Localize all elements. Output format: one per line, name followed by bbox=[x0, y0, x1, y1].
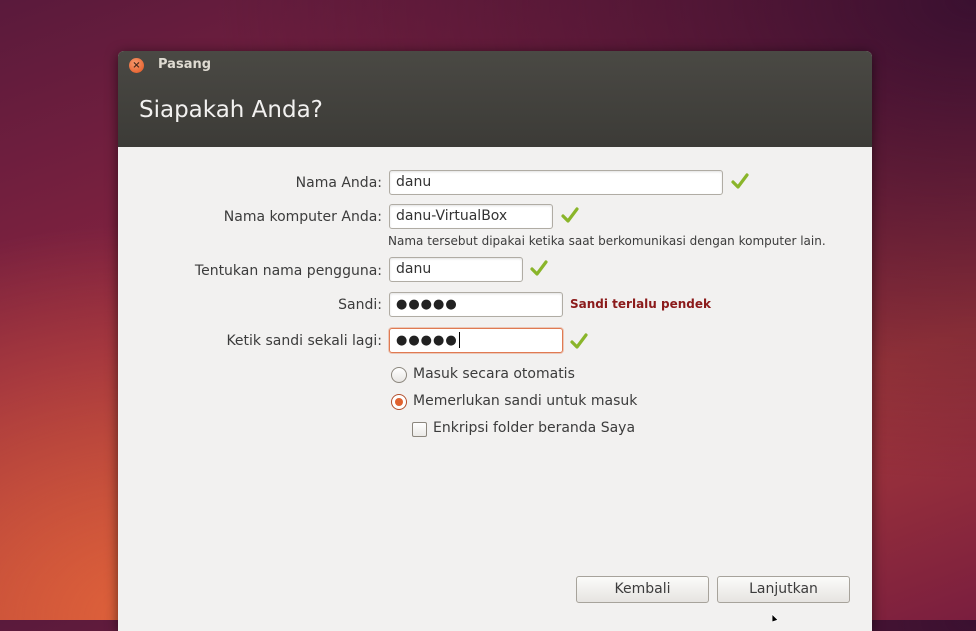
password-label: Sandi: bbox=[338, 297, 382, 313]
confirm-password-input[interactable]: ●●●●● bbox=[389, 328, 563, 353]
computer-label: Nama komputer Anda: bbox=[223, 209, 382, 225]
password-input[interactable]: ●●●●● bbox=[389, 292, 563, 317]
name-input[interactable]: danu bbox=[389, 170, 723, 195]
require-password-label[interactable]: Memerlukan sandi untuk masuk bbox=[413, 393, 637, 409]
check-icon bbox=[530, 260, 548, 276]
username-value: danu bbox=[396, 261, 432, 277]
encrypt-home-label[interactable]: Enkripsi folder beranda Saya bbox=[433, 420, 635, 436]
username-input[interactable]: danu bbox=[389, 257, 523, 282]
continue-button[interactable]: Lanjutkan bbox=[717, 576, 850, 603]
require-password-radio[interactable] bbox=[391, 394, 407, 410]
text-caret bbox=[458, 332, 460, 348]
check-icon bbox=[570, 333, 588, 349]
computer-name-hint: Nama tersebut dipakai ketika saat berkom… bbox=[388, 234, 826, 248]
page-title: Siapakah Anda? bbox=[139, 97, 323, 123]
password-error: Sandi terlalu pendek bbox=[570, 297, 711, 311]
password-dots: ●●●●● bbox=[396, 297, 458, 312]
installer-window: × Pasang Siapakah Anda? Nama Anda: danu … bbox=[118, 51, 872, 631]
confirm-label: Ketik sandi sekali lagi: bbox=[226, 333, 382, 349]
auto-login-radio[interactable] bbox=[391, 367, 407, 383]
confirm-password-dots: ●●●●● bbox=[396, 333, 458, 348]
back-button[interactable]: Kembali bbox=[576, 576, 709, 603]
check-icon bbox=[731, 173, 749, 189]
title-bar: × Pasang Siapakah Anda? bbox=[118, 51, 872, 147]
window-title: Pasang bbox=[158, 57, 212, 72]
mouse-pointer-icon bbox=[772, 614, 779, 622]
auto-login-label[interactable]: Masuk secara otomatis bbox=[413, 366, 575, 382]
encrypt-home-checkbox[interactable] bbox=[412, 422, 427, 437]
name-value: danu bbox=[396, 174, 432, 190]
name-label: Nama Anda: bbox=[295, 175, 382, 191]
computer-name-input[interactable]: danu-VirtualBox bbox=[389, 204, 553, 229]
computer-name-value: danu-VirtualBox bbox=[396, 208, 508, 224]
username-label: Tentukan nama pengguna: bbox=[194, 263, 382, 279]
close-icon[interactable]: × bbox=[129, 58, 144, 73]
check-icon bbox=[561, 207, 579, 223]
